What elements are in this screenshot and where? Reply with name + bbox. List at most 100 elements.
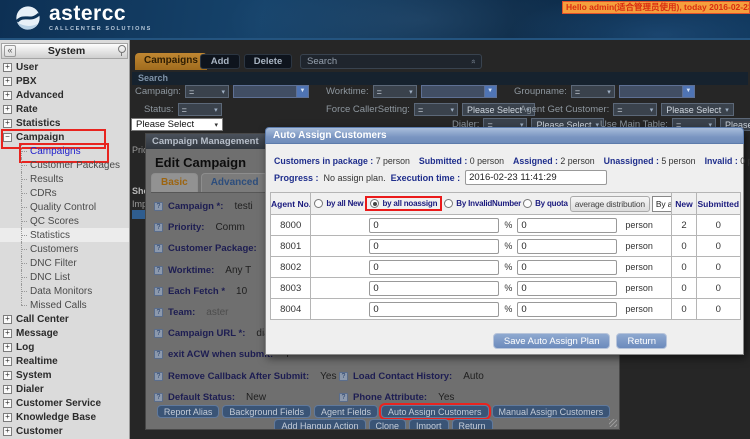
help-icon[interactable]: ? — [339, 393, 348, 402]
search-box[interactable]: Search » — [300, 54, 482, 69]
sidebar-item-advanced[interactable]: +Advanced — [0, 88, 129, 102]
quota-percent-input[interactable] — [369, 302, 499, 317]
operator-select[interactable]: =▾ — [414, 103, 458, 116]
help-icon[interactable]: ? — [339, 372, 348, 381]
radio-option-by-all-noassign[interactable]: by all noassign — [365, 196, 442, 211]
sidebar-item-campaign[interactable]: −Campaign — [0, 130, 129, 144]
help-icon[interactable]: ? — [154, 350, 163, 359]
auto-assign-customers-button[interactable]: Auto Assign Customers — [381, 405, 489, 418]
sidebar-item-knowledge-base[interactable]: +Knowledge Base — [0, 410, 129, 424]
collapse-arrows-icon[interactable]: » — [468, 59, 477, 63]
expander-icon[interactable]: + — [3, 343, 12, 352]
help-icon[interactable]: ? — [154, 329, 163, 338]
help-icon[interactable]: ? — [154, 308, 163, 317]
help-icon[interactable]: ? — [154, 372, 163, 381]
sidebar-item-call-center[interactable]: +Call Center — [0, 312, 129, 326]
sidebar-item-customers[interactable]: Customers — [0, 242, 129, 256]
expander-icon[interactable]: + — [3, 63, 12, 72]
please-select-dropdown[interactable]: Please Select▾ — [661, 103, 734, 116]
expander-icon[interactable]: + — [3, 91, 12, 100]
report-alias-button[interactable]: Report Alias — [157, 405, 220, 418]
clone-button[interactable]: Clone — [369, 419, 407, 430]
tab-basic[interactable]: Basic — [151, 173, 198, 192]
execution-time-input[interactable] — [465, 170, 607, 185]
save-auto-assign-plan-button[interactable]: Save Auto Assign Plan — [493, 333, 611, 349]
expander-icon[interactable]: + — [3, 315, 12, 324]
expander-icon[interactable]: + — [3, 119, 12, 128]
tab-advanced[interactable]: Advanced — [201, 173, 269, 192]
quota-percent-input[interactable] — [369, 281, 499, 296]
operator-select[interactable]: =▾ — [373, 85, 417, 98]
help-icon[interactable]: ? — [154, 287, 163, 296]
sidebar-item-customer[interactable]: +Customer — [0, 424, 129, 438]
expander-icon[interactable]: + — [3, 329, 12, 338]
please-select-dropdown[interactable]: Please Select▾ — [131, 118, 223, 131]
sidebar-item-system[interactable]: +System — [0, 368, 129, 382]
expander-icon[interactable]: + — [3, 427, 12, 436]
sidebar-item-quality-control[interactable]: Quality Control — [0, 200, 129, 214]
sidebar-item-dnc-list[interactable]: DNC List — [0, 270, 129, 284]
sidebar-item-dnc-filter[interactable]: DNC Filter — [0, 256, 129, 270]
help-icon[interactable]: ? — [154, 202, 163, 211]
quota-number-input[interactable] — [517, 260, 617, 275]
sidebar-item-message[interactable]: +Message — [0, 326, 129, 340]
operator-select[interactable]: =▾ — [571, 85, 615, 98]
radio-option-by-invalidnumber[interactable]: By InvalidNumber — [444, 199, 521, 208]
sidebar-item-data-monitors[interactable]: Data Monitors — [0, 284, 129, 298]
pin-icon[interactable] — [117, 45, 125, 57]
expander-icon[interactable]: + — [3, 371, 12, 380]
sidebar-item-rate[interactable]: +Rate — [0, 102, 129, 116]
expander-icon[interactable]: + — [3, 77, 12, 86]
expander-icon[interactable]: + — [3, 105, 12, 114]
sidebar-item-statistics[interactable]: Statistics — [0, 228, 129, 242]
manual-assign-customers-button[interactable]: Manual Assign Customers — [492, 405, 611, 418]
expander-icon[interactable]: + — [3, 385, 12, 394]
expander-icon[interactable]: − — [3, 133, 12, 142]
sidebar-item-customer-packages[interactable]: Customer Packages — [0, 158, 129, 172]
add-button[interactable]: Add — [200, 54, 240, 69]
expander-icon[interactable]: + — [3, 413, 12, 422]
expander-icon[interactable]: + — [3, 399, 12, 408]
sidebar-item-realtime[interactable]: +Realtime — [0, 354, 129, 368]
import-button[interactable]: Import — [409, 419, 449, 430]
operator-select[interactable]: =▾ — [185, 85, 229, 98]
add-hangup-action-button[interactable]: Add Hangup Action — [274, 419, 365, 430]
radio-icon[interactable] — [444, 199, 453, 208]
dialog-titlebar[interactable]: Auto Assign Customers — [265, 127, 744, 144]
sidebar-item-results[interactable]: Results — [0, 172, 129, 186]
radio-icon[interactable] — [523, 199, 532, 208]
search-combobox[interactable]: ▼ — [619, 85, 695, 98]
sidebar-item-pbx[interactable]: +PBX — [0, 74, 129, 88]
sidebar-item-qc-scores[interactable]: QC Scores — [0, 214, 129, 228]
sidebar-item-customer-service[interactable]: +Customer Service — [0, 396, 129, 410]
search-combobox[interactable]: ▼ — [233, 85, 309, 98]
tab-campaigns[interactable]: Campaigns — [135, 53, 207, 70]
sidebar-item-statistics[interactable]: +Statistics — [0, 116, 129, 130]
search-combobox[interactable]: ▼ — [421, 85, 497, 98]
sidebar-item-campaigns[interactable]: Campaigns — [0, 144, 129, 158]
quota-number-input[interactable] — [517, 239, 617, 254]
by-allagent-select[interactable]: By allAgent▾ — [652, 196, 672, 212]
expander-icon[interactable]: + — [3, 357, 12, 366]
quota-percent-input[interactable] — [369, 239, 499, 254]
average-distribution-button[interactable]: average distribution — [570, 196, 650, 212]
radio-option-by-all-new[interactable]: by all New — [314, 199, 363, 208]
operator-select[interactable]: =▾ — [178, 103, 222, 116]
help-icon[interactable]: ? — [154, 223, 163, 232]
radio-icon[interactable] — [314, 199, 323, 208]
help-icon[interactable]: ? — [154, 393, 163, 402]
quota-number-input[interactable] — [517, 218, 617, 233]
operator-select[interactable]: =▾ — [613, 103, 657, 116]
help-icon[interactable]: ? — [154, 244, 163, 253]
help-icon[interactable]: ? — [154, 266, 163, 275]
agent-fields-button[interactable]: Agent Fields — [314, 405, 378, 418]
quota-percent-input[interactable] — [369, 260, 499, 275]
sidebar-item-log[interactable]: +Log — [0, 340, 129, 354]
background-fields-button[interactable]: Background Fields — [222, 405, 311, 418]
sidebar-collapse-button[interactable]: « — [4, 45, 16, 57]
return-button[interactable]: Return — [452, 419, 493, 430]
sidebar-item-user[interactable]: +User — [0, 60, 129, 74]
radio-icon[interactable] — [370, 199, 379, 208]
radio-option-by-quota[interactable]: By quota — [523, 199, 568, 208]
sidebar-item-cdrs[interactable]: CDRs — [0, 186, 129, 200]
